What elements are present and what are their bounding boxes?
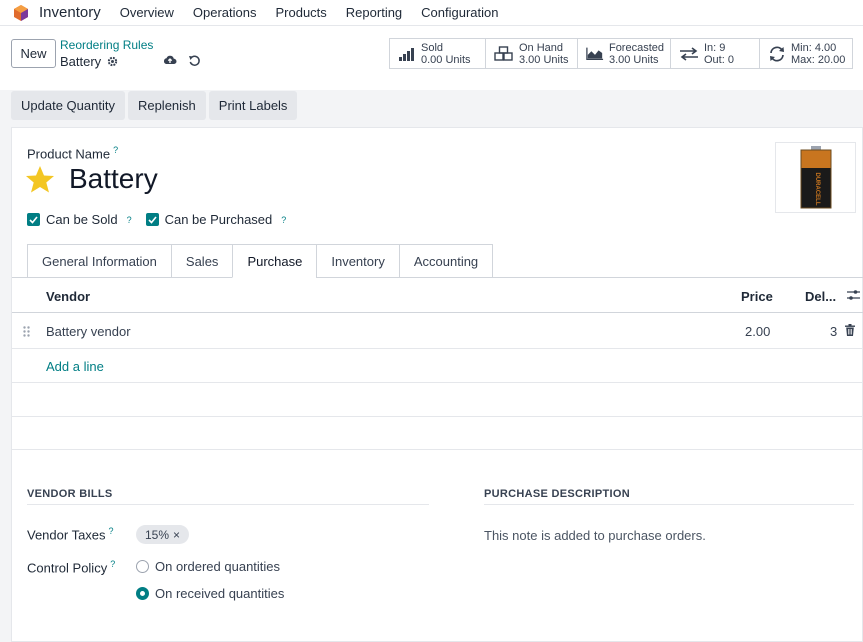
transfer-arrows-icon	[680, 46, 698, 61]
notebook-tabs: General Information Sales Purchase Inven…	[27, 244, 494, 278]
can-be-sold-checkbox[interactable]: Can be Sold?	[27, 212, 132, 227]
product-name-field[interactable]: Battery	[69, 163, 158, 195]
nav-reporting[interactable]: Reporting	[346, 5, 402, 20]
tab-accounting[interactable]: Accounting	[398, 244, 494, 278]
nav-operations[interactable]: Operations	[193, 5, 257, 20]
nav-configuration[interactable]: Configuration	[421, 5, 498, 20]
purchase-description-title: PURCHASE DESCRIPTION	[484, 488, 630, 500]
discard-undo-icon[interactable]	[188, 54, 201, 67]
smart-button-on-hand[interactable]: On Hand 3.00 Units	[485, 38, 578, 69]
vendor-bills-divider	[27, 504, 429, 505]
vendor-taxes-label: Vendor Taxes?	[27, 526, 114, 542]
help-icon[interactable]: ?	[281, 215, 286, 225]
radio-button[interactable]	[136, 560, 149, 573]
new-button[interactable]: New	[11, 39, 56, 68]
boxes-icon	[494, 46, 513, 61]
smart-button-sold[interactable]: Sold 0.00 Units	[389, 38, 486, 69]
vendor-taxes-label-text: Vendor Taxes	[27, 527, 106, 543]
replenish-button[interactable]: Replenish	[127, 91, 206, 120]
app-name[interactable]: Inventory	[39, 4, 101, 21]
area-chart-icon	[586, 47, 604, 60]
can-be-sold-check[interactable]	[27, 213, 40, 226]
smart-button-min-max[interactable]: Min: 4.00 Max: 20.00	[759, 38, 853, 69]
chart-bars-icon	[399, 47, 414, 61]
refresh-icon	[770, 45, 784, 62]
empty-row	[12, 382, 863, 416]
purchase-description-divider	[484, 504, 854, 505]
radio-label: On received quantities	[155, 586, 285, 601]
column-vendor[interactable]: Vendor	[46, 289, 90, 304]
checkbox-row: Can be Sold? Can be Purchased?	[27, 212, 286, 227]
sold-label: Sold	[421, 41, 444, 54]
product-name-label: Product Name?	[27, 145, 118, 161]
radio-button-selected[interactable]	[136, 587, 149, 600]
radio-label: On ordered quantities	[155, 559, 281, 574]
form-sheet: Product Name? Battery DURACELL Can be So…	[11, 127, 863, 642]
optional-columns-icon[interactable]	[847, 289, 860, 301]
column-delivery[interactable]: Del...	[805, 289, 836, 304]
record-name-label: Battery	[60, 54, 102, 69]
print-labels-button[interactable]: Print Labels	[208, 91, 298, 120]
max-value: Max: 20.00	[791, 53, 846, 66]
min-value: Min: 4.00	[791, 41, 837, 54]
control-panel: New Reordering Rules Battery Sold 0.00 Un…	[0, 26, 863, 90]
cell-price[interactable]: 2.00	[745, 324, 770, 339]
favorite-star-icon[interactable]	[24, 164, 56, 196]
help-icon[interactable]: ?	[110, 559, 115, 569]
help-icon[interactable]: ?	[113, 145, 118, 155]
forecasted-value: 3.00 Units	[608, 53, 659, 66]
on-hand-label: On Hand	[519, 41, 564, 54]
on-hand-value: 3.00 Units	[519, 53, 569, 66]
empty-row	[12, 416, 863, 450]
can-be-purchased-label: Can be Purchased	[164, 212, 273, 227]
trash-icon[interactable]	[845, 324, 855, 336]
battery-brand-text: DURACELL	[814, 172, 820, 205]
tab-sales[interactable]: Sales	[170, 244, 234, 278]
tag-remove-icon[interactable]: ×	[173, 528, 180, 542]
tab-inventory[interactable]: Inventory	[316, 244, 400, 278]
add-line-link[interactable]: Add a line	[46, 359, 104, 374]
radio-ordered-quantities[interactable]: On ordered quantities	[136, 559, 280, 574]
drag-handle-icon[interactable]	[23, 326, 30, 337]
can-be-sold-label: Can be Sold	[46, 212, 118, 227]
help-icon[interactable]: ?	[127, 215, 132, 225]
can-be-purchased-check[interactable]	[145, 213, 159, 226]
purchase-description-field[interactable]: This note is added to purchase orders.	[484, 528, 706, 543]
help-icon[interactable]: ?	[109, 526, 114, 536]
out-count: Out: 0	[704, 53, 734, 66]
vendor-grid-header: Vendor Price Del...	[12, 278, 863, 313]
product-image[interactable]: DURACELL	[775, 142, 856, 213]
tab-general-information[interactable]: General Information	[27, 244, 172, 278]
smart-buttons: Sold 0.00 Units On Hand 3.00 Units Forecas…	[389, 38, 853, 69]
product-name-label-text: Product Name	[27, 146, 111, 162]
smart-button-forecasted[interactable]: Forecasted 3.00 Units	[577, 38, 671, 69]
action-buttons: Update Quantity Replenish Print Labels	[11, 91, 298, 120]
control-policy-label-text: Control Policy	[27, 560, 108, 576]
table-row[interactable]: Battery vendor 2.00 3	[12, 314, 863, 349]
tax-tag[interactable]: 15% ×	[136, 525, 190, 544]
cell-vendor[interactable]: Battery vendor	[46, 324, 131, 339]
nav-overview[interactable]: Overview	[120, 5, 174, 20]
radio-received-quantities[interactable]: On received quantities	[136, 586, 284, 601]
column-price[interactable]: Price	[741, 289, 773, 304]
update-quantity-button[interactable]: Update Quantity	[11, 91, 125, 120]
sold-value: 0.00 Units	[421, 53, 471, 66]
tab-purchase[interactable]: Purchase	[232, 244, 318, 278]
control-policy-label: Control Policy?	[27, 559, 115, 575]
nav-products[interactable]: Products	[275, 5, 326, 20]
tax-tag-label: 15%	[145, 527, 170, 542]
cloud-upload-icon[interactable]	[163, 54, 177, 67]
vendor-bills-title: VENDOR BILLS	[27, 488, 113, 500]
in-count: In: 9	[704, 41, 726, 54]
inventory-app-icon[interactable]	[12, 4, 30, 22]
record-name: Battery	[60, 54, 118, 69]
gear-icon[interactable]	[107, 56, 118, 67]
forecasted-label: Forecasted	[608, 41, 664, 54]
top-navbar: Inventory Overview Operations Products R…	[0, 0, 863, 26]
cell-delivery[interactable]: 3	[830, 324, 837, 339]
can-be-purchased-checkbox[interactable]: Can be Purchased?	[145, 212, 286, 227]
battery-image: DURACELL	[800, 145, 831, 208]
breadcrumb-reordering-rules[interactable]: Reordering Rules	[60, 38, 153, 52]
smart-button-in-out[interactable]: In: 9 Out: 0	[670, 38, 760, 69]
